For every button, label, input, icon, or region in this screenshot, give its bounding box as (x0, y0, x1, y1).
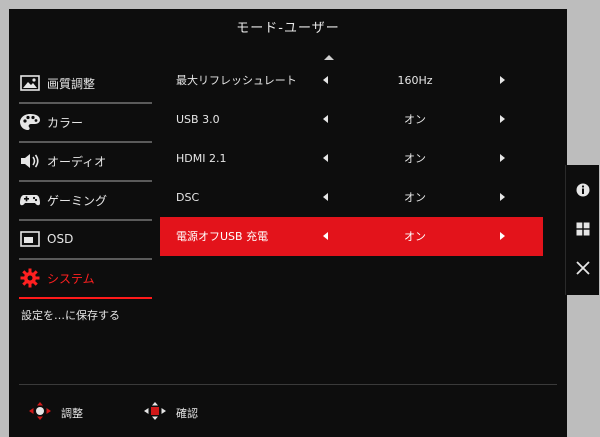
scroll-up-icon[interactable] (324, 55, 334, 60)
close-button[interactable] (566, 249, 599, 289)
arrow-left-icon[interactable] (323, 193, 328, 201)
sidebar-item-label: カラー (47, 115, 84, 130)
picture-icon (19, 72, 41, 94)
osd-icon (19, 228, 41, 250)
side-quick-panel (565, 165, 599, 295)
sidebar-item-osd[interactable]: OSD (19, 220, 152, 260)
arrow-left-icon[interactable] (323, 76, 328, 84)
sidebar-item-label: システム (47, 271, 95, 286)
footer-divider (19, 384, 557, 385)
palette-icon (19, 111, 41, 133)
arrow-right-icon[interactable] (500, 76, 505, 84)
setting-row-hdmi[interactable]: HDMI 2.1 オン (160, 139, 543, 178)
dpad-adjust-icon (27, 401, 53, 424)
setting-row-dsc[interactable]: DSC オン (160, 178, 543, 217)
osd-title: モード-ユーザー (236, 21, 340, 36)
setting-value: オン (404, 113, 426, 126)
gear-icon (19, 267, 41, 289)
setting-label: 最大リフレッシュレート (176, 74, 297, 87)
setting-value: 160Hz (397, 74, 433, 87)
osd-menu: モード-ユーザー 画質調整 カラー オーディオ ゲーミング OSD システム 設… (9, 9, 567, 437)
setting-label: USB 3.0 (176, 113, 220, 126)
arrow-right-icon[interactable] (500, 154, 505, 162)
sidebar-item-label: OSD (47, 232, 74, 246)
arrow-right-icon[interactable] (500, 232, 505, 240)
setting-label: DSC (176, 191, 200, 204)
sidebar-item-audio[interactable]: オーディオ (19, 142, 152, 182)
confirm-label: 確認 (176, 406, 198, 420)
input-source-button[interactable] (566, 210, 599, 250)
setting-value: オン (404, 191, 426, 204)
arrow-left-icon[interactable] (323, 232, 328, 240)
sidebar-item-gaming[interactable]: ゲーミング (19, 181, 152, 221)
arrow-left-icon[interactable] (323, 115, 328, 123)
close-icon (575, 260, 590, 279)
setting-row-max-refresh[interactable]: 最大リフレッシュレート 160Hz (160, 61, 543, 100)
gamepad-icon (19, 189, 41, 211)
save-settings-button[interactable]: 設定を…に保存する (21, 307, 120, 323)
setting-value: オン (404, 230, 426, 243)
sidebar-item-label: オーディオ (47, 154, 107, 169)
sidebar-item-label: 画質調整 (47, 76, 96, 91)
speaker-icon (19, 150, 41, 172)
setting-row-usb[interactable]: USB 3.0 オン (160, 100, 543, 139)
adjust-label: 調整 (61, 406, 83, 420)
arrow-right-icon[interactable] (500, 193, 505, 201)
info-button[interactable] (566, 171, 599, 211)
adjust-hint: 調整 (27, 401, 83, 424)
sidebar-item-picture[interactable]: 画質調整 (19, 64, 152, 104)
input-source-icon (576, 221, 590, 240)
sidebar-item-label: ゲーミング (47, 193, 108, 208)
confirm-hint: 確認 (142, 401, 198, 424)
dpad-confirm-icon (142, 401, 168, 424)
setting-label: 電源オフUSB 充電 (176, 230, 269, 243)
setting-value: オン (404, 152, 426, 165)
arrow-right-icon[interactable] (500, 115, 505, 123)
arrow-left-icon[interactable] (323, 154, 328, 162)
setting-row-power-off-usb-charge[interactable]: 電源オフUSB 充電 オン (160, 217, 543, 256)
setting-label: HDMI 2.1 (176, 152, 227, 165)
sidebar-item-system[interactable]: システム (19, 259, 152, 299)
info-icon (576, 182, 590, 201)
sidebar-item-color[interactable]: カラー (19, 103, 152, 143)
